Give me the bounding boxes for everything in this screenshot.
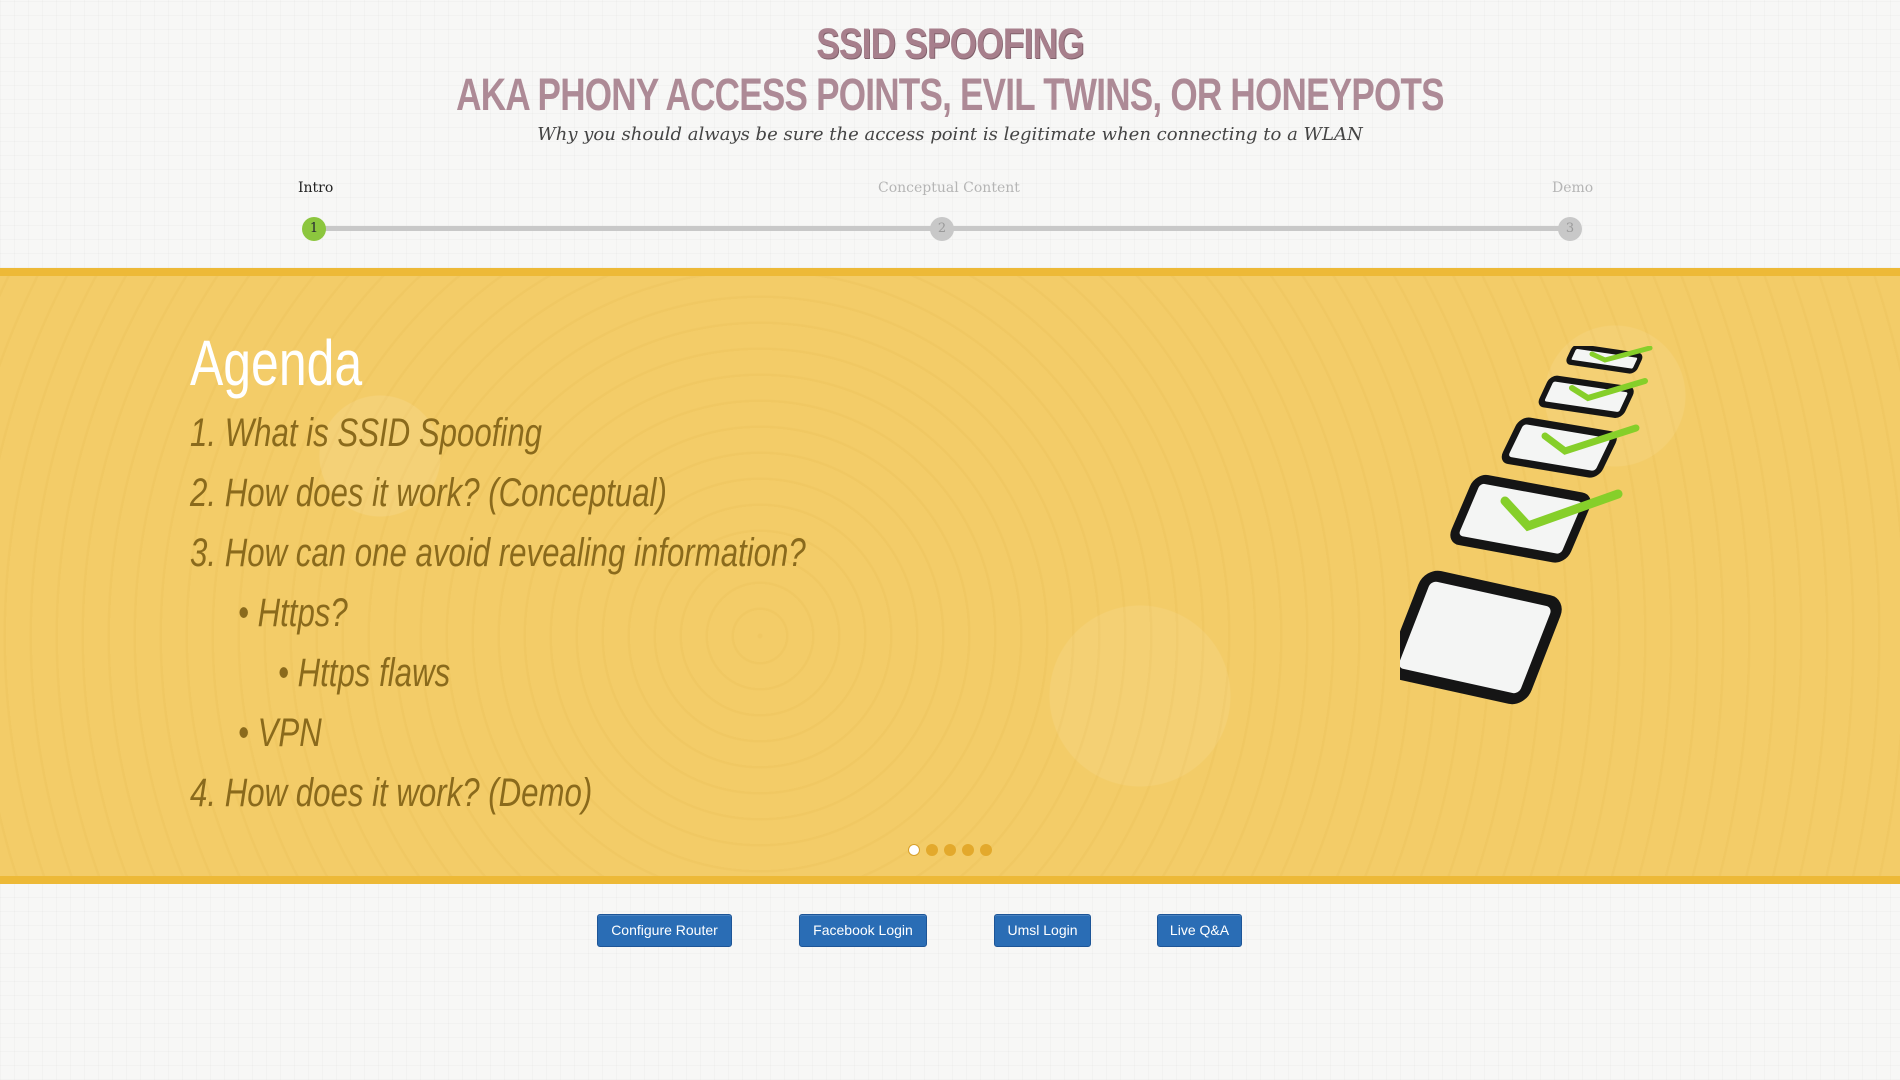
- step-label-intro[interactable]: Intro: [298, 180, 333, 196]
- step-dot-2[interactable]: 2: [930, 217, 954, 241]
- agenda-item: 1. What is SSID Spoofing: [190, 411, 543, 455]
- agenda-item: 4. How does it work? (Demo): [190, 771, 593, 815]
- configure-router-button[interactable]: Configure Router: [597, 914, 732, 947]
- page-title: SSID SPOOFING: [816, 20, 1084, 68]
- header: SSID SPOOFING AKA PHONY ACCESS POINTS, E…: [0, 0, 1900, 268]
- progress-stepper: Intro Conceptual Content Demo 1 2 3: [298, 180, 1593, 246]
- tagline: Why you should always be sure the access…: [537, 124, 1363, 145]
- carousel-dot[interactable]: [908, 844, 920, 856]
- step-label-demo[interactable]: Demo: [1552, 180, 1593, 196]
- carousel-dot[interactable]: [980, 844, 992, 856]
- agenda-item: 3. How can one avoid revealing informati…: [190, 531, 806, 575]
- facebook-login-button[interactable]: Facebook Login: [799, 914, 927, 947]
- umsl-login-button[interactable]: Umsl Login: [994, 914, 1091, 947]
- agenda-subitem: • VPN: [238, 711, 322, 755]
- step-label-conceptual[interactable]: Conceptual Content: [878, 180, 1020, 196]
- carousel-dot[interactable]: [926, 844, 938, 856]
- agenda-subitem: • Https?: [238, 591, 348, 635]
- checklist-icon: [1400, 346, 1653, 705]
- agenda-item: 2. How does it work? (Conceptual): [190, 471, 667, 515]
- page-subtitle: AKA PHONY ACCESS POINTS, EVIL TWINS, OR …: [456, 69, 1444, 120]
- agenda-subitem: • Https flaws: [278, 651, 451, 695]
- step-dot-1[interactable]: 1: [302, 217, 326, 241]
- slide-title: Agenda: [190, 327, 363, 399]
- live-qa-button[interactable]: Live Q&A: [1157, 914, 1242, 947]
- step-dot-3[interactable]: 3: [1558, 217, 1582, 241]
- carousel-dot[interactable]: [944, 844, 956, 856]
- carousel-dot[interactable]: [962, 844, 974, 856]
- slide-carousel: Agenda 1. What is SSID Spoofing 2. How d…: [0, 268, 1900, 884]
